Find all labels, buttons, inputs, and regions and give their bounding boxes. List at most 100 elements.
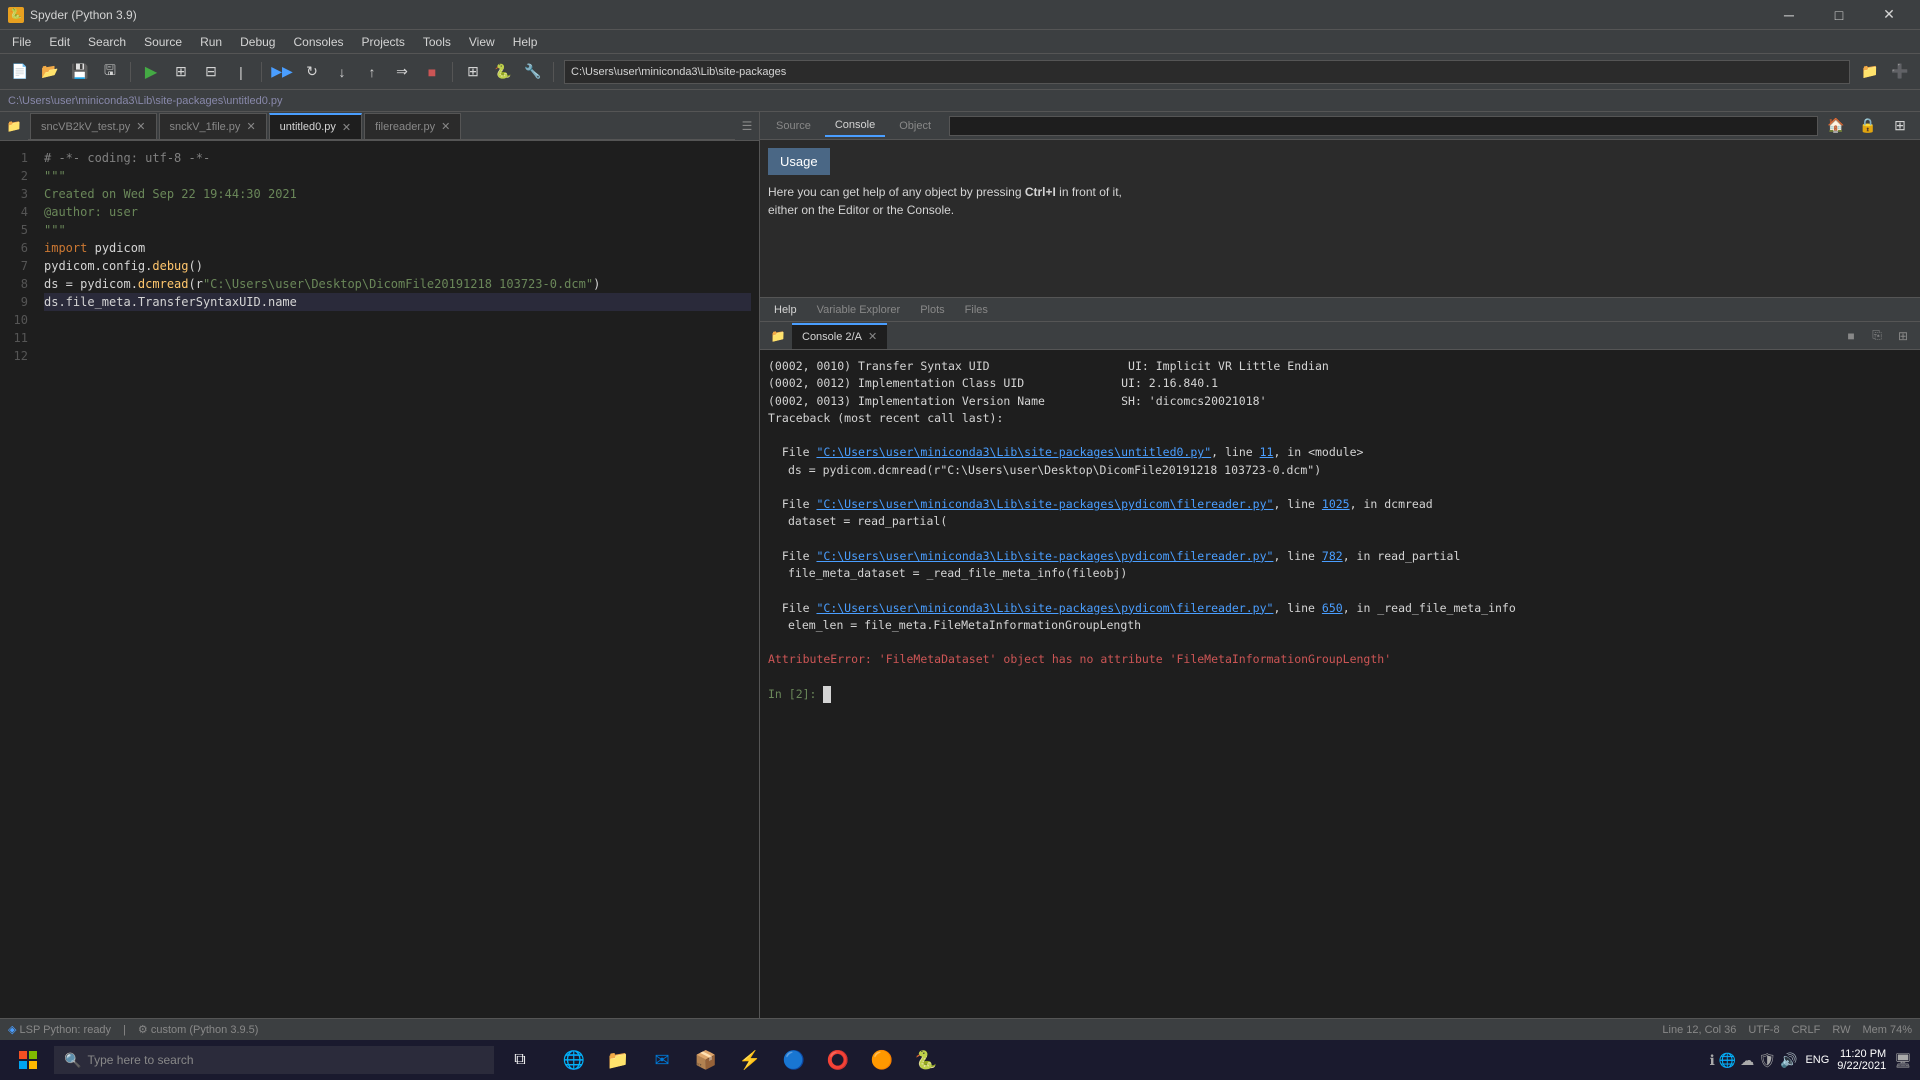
main-container: 📁 sncVB2kV_test.py ✕ snckV_1file.py ✕ un… <box>0 112 1920 1018</box>
menu-run[interactable]: Run <box>192 33 230 51</box>
tray-cloud-icon[interactable]: ☁ <box>1740 1052 1754 1069</box>
debug-btn[interactable]: ▶▶ <box>268 58 296 86</box>
spyder-env-btn[interactable]: 🐍 <box>489 58 517 86</box>
console-content[interactable]: (0002, 0010) Transfer Syntax UID UI: Imp… <box>760 350 1920 1018</box>
help-tab-object[interactable]: Object <box>889 115 941 137</box>
help-lock-btn[interactable]: 🔒 <box>1854 112 1882 140</box>
tab-filereader[interactable]: filereader.py ✕ <box>364 113 461 139</box>
step-into-btn[interactable]: ↓ <box>328 58 356 86</box>
taskbar-search-bar[interactable]: 🔍 Type here to search <box>54 1046 494 1074</box>
help-home-btn[interactable]: 🏠 <box>1822 112 1850 140</box>
menu-help[interactable]: Help <box>505 33 546 51</box>
toolbar-sep-4 <box>553 62 554 82</box>
language-indicator[interactable]: ENG <box>1805 1054 1829 1066</box>
taskbar-amazon-icon[interactable]: 📦 <box>686 1040 726 1080</box>
console-tab-close[interactable]: ✕ <box>868 330 877 343</box>
help-tab-console[interactable]: Console <box>825 115 885 137</box>
tab-sncVB2kV[interactable]: sncVB2kV_test.py ✕ <box>30 113 157 139</box>
close-button[interactable]: ✕ <box>1866 0 1912 30</box>
taskbar-chrome-icon[interactable]: ⭕ <box>818 1040 858 1080</box>
toolbar-sep-3 <box>452 62 453 82</box>
taskbar-blue-icon[interactable]: 🔵 <box>774 1040 814 1080</box>
save-all-btn[interactable]: 🖫 <box>96 58 124 86</box>
console-expand-btn[interactable]: ⊞ <box>1892 325 1914 347</box>
menu-consoles[interactable]: Consoles <box>285 33 351 51</box>
menu-projects[interactable]: Projects <box>354 33 413 51</box>
start-button[interactable] <box>8 1040 48 1080</box>
code-line-10: pydicom.config.debug() <box>44 257 751 275</box>
help-tab-icons: 🏠 🔒 ⊞ <box>1822 112 1914 140</box>
console-copy-btn[interactable]: ⎘ <box>1866 325 1888 347</box>
run-cell-advance-btn[interactable]: ⊟ <box>197 58 225 86</box>
menu-edit[interactable]: Edit <box>41 33 78 51</box>
toolbar: 📄 📂 💾 🖫 ▶ ⊞ ⊟ | ▶▶ ↻ ↓ ↑ ⇒ ■ ⊞ 🐍 🔧 C:\Us… <box>0 54 1920 90</box>
console-browser-btn[interactable]: 📁 <box>766 324 790 348</box>
tray-audio-icon[interactable]: 🔊 <box>1780 1052 1797 1069</box>
editor-content[interactable]: 1 2 3 4 5 6 7 8 9 10 11 12 # -*- coding:… <box>0 141 759 1018</box>
help-expand-btn[interactable]: ⊞ <box>1886 112 1914 140</box>
taskbar-spyder-icon[interactable]: 🐍 <box>906 1040 946 1080</box>
tab-menu-btn[interactable]: ☰ <box>735 114 759 138</box>
path-value: C:\Users\user\miniconda3\Lib\site-packag… <box>571 66 786 78</box>
help-bottom-tab-files[interactable]: Files <box>957 302 996 318</box>
tray-security-icon[interactable]: 🛡 <box>1758 1052 1776 1069</box>
help-content: Usage Here you can get help of any objec… <box>760 140 1920 297</box>
help-bottom-tab-varexplorer[interactable]: Variable Explorer <box>809 302 909 318</box>
continue-btn[interactable]: ⇒ <box>388 58 416 86</box>
tray-network-icon[interactable]: 🌐 <box>1719 1052 1736 1069</box>
path-add-btn[interactable]: ➕ <box>1886 58 1914 86</box>
taskbar: 🔍 Type here to search ⧉ 🌐 📁 ✉ 📦 ⚡ 🔵 ⭕ 🟠 … <box>0 1040 1920 1080</box>
step-out-btn[interactable]: ↑ <box>358 58 386 86</box>
console-tab-2a[interactable]: Console 2/A ✕ <box>792 323 887 349</box>
taskbar-orange-icon[interactable]: 🟠 <box>862 1040 902 1080</box>
menu-debug[interactable]: Debug <box>232 33 283 51</box>
step-btn[interactable]: ↻ <box>298 58 326 86</box>
object-input[interactable] <box>949 116 1818 136</box>
taskbar-zapier-icon[interactable]: ⚡ <box>730 1040 770 1080</box>
open-file-btn[interactable]: 📂 <box>36 58 64 86</box>
stop-btn[interactable]: ■ <box>418 58 446 86</box>
menu-file[interactable]: File <box>4 33 39 51</box>
taskbar-mail-icon[interactable]: ✉ <box>642 1040 682 1080</box>
menu-source[interactable]: Source <box>136 33 190 51</box>
tab-snckV[interactable]: snckV_1file.py ✕ <box>159 113 267 139</box>
panels-btn[interactable]: ⊞ <box>459 58 487 86</box>
code-line-3: Created on Wed Sep 22 19:44:30 2021 <box>44 185 751 203</box>
file-browser-btn[interactable]: 📁 <box>0 112 28 140</box>
minimize-button[interactable]: ─ <box>1766 0 1812 30</box>
menu-view[interactable]: View <box>461 33 503 51</box>
new-file-btn[interactable]: 📄 <box>6 58 34 86</box>
cursor-btn[interactable]: | <box>227 58 255 86</box>
tray-info-icon[interactable]: ℹ <box>1709 1052 1714 1069</box>
path-browse-btn[interactable]: 📁 <box>1856 58 1884 86</box>
toolbar-sep-1 <box>130 62 131 82</box>
taskbar-edge-icon[interactable]: 🌐 <box>554 1040 594 1080</box>
breadcrumb-text: C:\Users\user\miniconda3\Lib\site-packag… <box>8 95 283 107</box>
maximize-button[interactable]: □ <box>1816 0 1862 30</box>
task-view-btn[interactable]: ⧉ <box>500 1040 540 1080</box>
tab-close-untitled0[interactable]: ✕ <box>342 121 351 134</box>
tab-close-snckV[interactable]: ✕ <box>246 120 255 133</box>
taskbar-explorer-icon[interactable]: 📁 <box>598 1040 638 1080</box>
console-stop-btn[interactable]: ■ <box>1840 325 1862 347</box>
console-line-1: (0002, 0010) Transfer Syntax UID UI: Imp… <box>768 358 1912 375</box>
tab-close-sncVB2kV[interactable]: ✕ <box>136 120 145 133</box>
help-tab-source[interactable]: Source <box>766 115 821 137</box>
show-desktop-btn[interactable]: 🖥 <box>1894 1052 1912 1069</box>
usage-label: Usage <box>768 148 830 175</box>
console-tab-icons: ■ ⎘ ⊞ <box>1840 325 1914 347</box>
console-panel: 📁 Console 2/A ✕ ■ ⎘ ⊞ (0002, 0010) Trans… <box>760 322 1920 1018</box>
save-file-btn[interactable]: 💾 <box>66 58 94 86</box>
tab-close-filereader[interactable]: ✕ <box>441 120 450 133</box>
tools-btn[interactable]: 🔧 <box>519 58 547 86</box>
path-input[interactable]: C:\Users\user\miniconda3\Lib\site-packag… <box>564 60 1850 84</box>
menu-tools[interactable]: Tools <box>415 33 459 51</box>
code-editor[interactable]: # -*- coding: utf-8 -*- """ Created on W… <box>36 141 759 1018</box>
help-bottom-tab-help[interactable]: Help <box>766 302 805 318</box>
help-tabs: Source Console Object 🏠 🔒 ⊞ <box>760 112 1920 140</box>
tab-untitled0[interactable]: untitled0.py ✕ <box>269 113 362 139</box>
run-cell-btn[interactable]: ⊞ <box>167 58 195 86</box>
help-bottom-tab-plots[interactable]: Plots <box>912 302 952 318</box>
run-btn[interactable]: ▶ <box>137 58 165 86</box>
menu-search[interactable]: Search <box>80 33 134 51</box>
